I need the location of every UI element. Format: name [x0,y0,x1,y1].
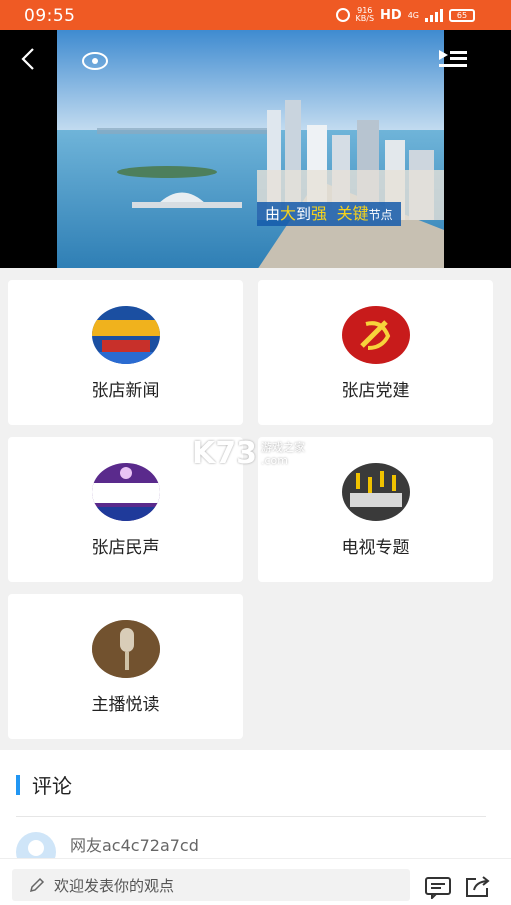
caption-part: 关键 [336,204,369,223]
hd-indicator: HD [380,7,402,23]
alarm-icon [335,8,350,22]
mixing-console-icon [342,463,410,521]
comment-username: 网友ac4c72a7cd [70,836,199,855]
status-time: 09:55 [24,6,76,26]
video-caption: 由大到强 关键节点 [257,202,401,226]
status-bar: 09:55 916 KB/S HD 4G 65 [0,0,511,30]
category-label: 张店党建 [341,381,410,401]
bottom-bar: 欢迎发表你的观点 [0,858,511,905]
video-player[interactable]: 由大到强 关键节点 [0,30,511,268]
category-grid: 张店新闻 张店党建 张店民声 电视专题 主播悦读 K73 游戏之家 .com [0,268,511,750]
network-speed: 916 KB/S [356,7,375,23]
caption-part: 由 [265,205,281,223]
category-card-party[interactable]: 张店党建 [258,280,493,425]
watermark-line1: 游戏之家 [261,440,305,454]
watermark-text: 游戏之家 .com [261,441,305,467]
news-thumbnail-icon [92,306,160,364]
category-label: 主播悦读 [91,695,160,715]
comment-placeholder: 欢迎发表你的观点 [54,876,175,895]
watermark: K73 游戏之家 .com [192,436,305,471]
voice-thumbnail-icon [92,463,160,521]
playlist-icon[interactable] [439,48,467,70]
signal-icon [425,8,443,22]
caption-part: 节点 [368,208,393,222]
section-accent-bar [16,774,20,795]
category-label: 张店新闻 [91,381,160,401]
video-frame[interactable]: 由大到强 关键节点 [57,30,444,268]
caption-part: 大 [280,204,297,223]
speed-unit: KB/S [355,14,375,23]
watermark-brand: K73 [192,436,257,471]
comments-icon[interactable] [424,875,452,899]
category-card-reading[interactable]: 主播悦读 [8,594,243,739]
watermark-line2: .com [261,453,288,467]
comment-input[interactable]: 欢迎发表你的观点 [12,869,410,901]
comment-section-header: 评论 [16,770,72,799]
divider [16,816,486,817]
caption-part: 强 [311,204,328,223]
comment-title: 评论 [32,774,72,798]
category-card-news[interactable]: 张店新闻 [8,280,243,425]
category-label: 电视专题 [341,538,410,558]
signal-label: 4G [407,10,419,20]
pen-icon [29,877,45,893]
status-indicators: 916 KB/S HD 4G 65 [335,7,475,23]
battery-icon: 65 [449,8,475,22]
party-emblem-icon [342,306,410,364]
channel-logo-icon [82,52,108,70]
category-label: 张店民声 [91,538,160,558]
microphone-thumbnail-icon [92,620,160,678]
chevron-left-icon[interactable] [16,46,42,72]
caption-part: 到 [296,205,312,223]
share-icon[interactable] [464,875,492,899]
